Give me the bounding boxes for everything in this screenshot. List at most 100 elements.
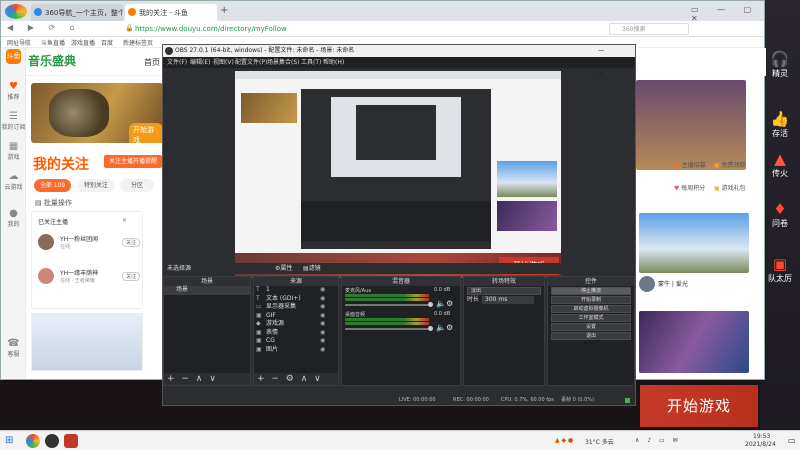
stop-stream-button[interactable]: 停止推流 (551, 287, 631, 295)
eye-icon[interactable]: ◉ (320, 286, 325, 295)
menu-tools[interactable]: 工具(T) (301, 57, 321, 68)
app-taskbar-icon[interactable] (64, 434, 78, 448)
eye-icon[interactable]: ◉ (320, 303, 325, 312)
browser-logo-icon[interactable] (5, 4, 27, 19)
source-item[interactable]: ▣ CG ◉ (254, 337, 338, 346)
filter-zone[interactable]: 分区 (120, 179, 154, 192)
menu-view[interactable]: 视图(V) (213, 57, 234, 68)
source-item[interactable]: ▭ 显示器采集 ◉ (254, 303, 338, 312)
tray-icons[interactable]: ▲ ◆ ● (555, 437, 573, 444)
browser-taskbar-icon[interactable] (26, 434, 40, 448)
close-icon[interactable]: ✕ (122, 217, 127, 224)
right-link-3[interactable]: ▣ 游戏礼包 (714, 183, 746, 192)
rp-item-0[interactable]: 🎧 精灵 (760, 50, 800, 79)
sidebar-item-0[interactable]: ♥ 推荐 (1, 81, 26, 101)
followed-row-1[interactable]: YH一缘丰荫神 在线 · 王者荣耀 关注 (38, 268, 140, 298)
exit-button[interactable]: 退出 (551, 332, 631, 340)
volume-slider[interactable] (345, 304, 431, 306)
transition-select[interactable]: 淡出 (467, 287, 541, 295)
filter-special[interactable]: 特别关注 (77, 179, 115, 192)
weather[interactable]: 31°C 多云 (585, 437, 614, 446)
eye-icon[interactable]: ◉ (320, 320, 325, 329)
obs-preview[interactable]: 开始游戏 (235, 71, 561, 278)
filter-all[interactable]: 全部 109 (34, 179, 71, 192)
speaker-icon[interactable]: 🔈⚙ (436, 299, 453, 308)
volume-knob[interactable] (428, 302, 433, 307)
rp-item-1[interactable]: 👍 存活 (760, 110, 800, 139)
sidebar-item-4[interactable]: ● 我的 (1, 208, 26, 228)
right-link-1[interactable]: ▣ 免费领取 (714, 160, 746, 169)
menu-file[interactable]: 文件(F) (167, 57, 187, 68)
sidebar-item-5[interactable]: ☎ 客服 (1, 338, 26, 358)
game-banner[interactable]: 开始游戏 (31, 83, 163, 143)
source-item[interactable]: ▣ GIF ◉ (254, 312, 338, 321)
sidebar-item-1[interactable]: ☰ 我的订阅 (1, 111, 26, 131)
menu-scene-collection[interactable]: 场景集合(S) (267, 57, 300, 68)
nav-home[interactable]: 首页 (144, 57, 160, 68)
eye-icon[interactable]: ◉ (320, 295, 325, 304)
stream-thumbnail[interactable] (31, 313, 143, 371)
notification-icon[interactable]: ▭ (788, 436, 796, 445)
bookmark-3[interactable]: 百度 (101, 38, 113, 47)
settings-button[interactable]: 设置 (551, 323, 631, 331)
tray-system-icons[interactable]: ∧ ♪ ▭ ✉ (635, 437, 681, 444)
start-game-banner[interactable]: 开始游戏 (640, 385, 758, 427)
sidebar-item-3[interactable]: ☁ 云游戏 (1, 171, 26, 191)
scenes-toolbar[interactable]: + − ∧ ∨ (164, 373, 250, 385)
stream-thumbnail[interactable] (639, 311, 749, 373)
virtual-camera-button[interactable]: 启动虚拟摄像机 (551, 305, 631, 313)
filters-button[interactable]: ▤滤镜 (303, 263, 321, 274)
studio-mode-button[interactable]: 工作室模式 (551, 314, 631, 322)
new-tab-icon[interactable]: + (220, 5, 228, 16)
menu-help[interactable]: 帮助(H) (323, 57, 344, 68)
eye-icon[interactable]: ◉ (320, 312, 325, 321)
bookmark-2[interactable]: 游戏直播 (71, 38, 95, 47)
douyu-logo[interactable]: 斗鱼 (6, 49, 21, 64)
source-item[interactable]: ◆ 游戏源 ◉ (254, 320, 338, 329)
source-item[interactable]: ▣ 表情 ◉ (254, 329, 338, 338)
source-item[interactable]: T 1 ◉ (254, 286, 338, 295)
volume-knob[interactable] (428, 326, 433, 331)
search-input[interactable]: 360搜索 (609, 23, 689, 35)
clock-time[interactable]: 19:53 (753, 433, 770, 440)
eye-icon[interactable]: ◉ (320, 329, 325, 338)
stream-thumbnail[interactable] (639, 213, 749, 273)
bookmark-0[interactable]: 网址导航 (7, 38, 31, 47)
eye-icon[interactable]: ◉ (320, 346, 325, 355)
start-record-button[interactable]: 开始录制 (551, 296, 631, 304)
properties-button[interactable]: ⚙属性 (275, 263, 292, 274)
menu-profile[interactable]: 配置文件(P) (235, 57, 267, 68)
rp-item-3[interactable]: ♦ 问卷 (760, 200, 800, 229)
bookmark-4[interactable]: 新建标签页 (123, 38, 153, 47)
nav-buttons[interactable]: ◀ ▶ ⟳ ⌂ (7, 23, 81, 32)
followed-row-0[interactable]: YH一粉丝团闻 在线 关注 (38, 234, 140, 264)
url-field[interactable]: https://www.douyu.com/directory/myFollow (135, 23, 435, 35)
clock-date[interactable]: 2021/8/24 (745, 441, 776, 448)
avatar (38, 234, 54, 250)
bookmark-1[interactable]: 斗鱼直播 (41, 38, 65, 47)
sidebar-item-2[interactable]: ▦ 游戏 (1, 141, 26, 161)
duration-input[interactable]: 300 ms (482, 296, 534, 304)
start-icon[interactable]: ⊞ (5, 435, 13, 446)
eye-icon[interactable]: ◉ (320, 337, 325, 346)
tab-1[interactable]: 我的关注 - 斗鱼 (125, 4, 217, 21)
right-promo-image[interactable] (636, 80, 746, 170)
batch-action[interactable]: ▤ 批量操作 (35, 198, 72, 208)
source-item[interactable]: ▣ 图片 ◉ (254, 346, 338, 355)
banner-start-button[interactable]: 开始游戏 (129, 123, 163, 143)
tab-0[interactable]: 360导航_一个主页，整个世界 (31, 4, 123, 21)
sources-toolbar[interactable]: + − ⚙ ∧ ∨ (254, 373, 338, 385)
promo-badge[interactable]: 关注主播开播提醒 (104, 155, 162, 168)
source-item[interactable]: T 文本 (GDI+) ◉ (254, 295, 338, 304)
right-link-0[interactable]: ▣ 主播招募 (674, 160, 706, 169)
right-link-2[interactable]: ♥ 每周积分 (674, 183, 705, 192)
follow-button[interactable]: 关注 (122, 238, 140, 247)
menu-edit[interactable]: 编辑(E) (190, 57, 210, 68)
obs-taskbar-icon[interactable] (45, 434, 59, 448)
follow-button[interactable]: 关注 (122, 272, 140, 281)
rp-item-2[interactable]: ▲ 传火 (760, 150, 800, 179)
rp-item-4[interactable]: ▣ 队太厉 (760, 255, 800, 284)
speaker-icon[interactable]: 🔈⚙ (436, 323, 453, 332)
volume-slider[interactable] (345, 328, 431, 330)
scene-item[interactable]: 场景 (164, 286, 250, 295)
